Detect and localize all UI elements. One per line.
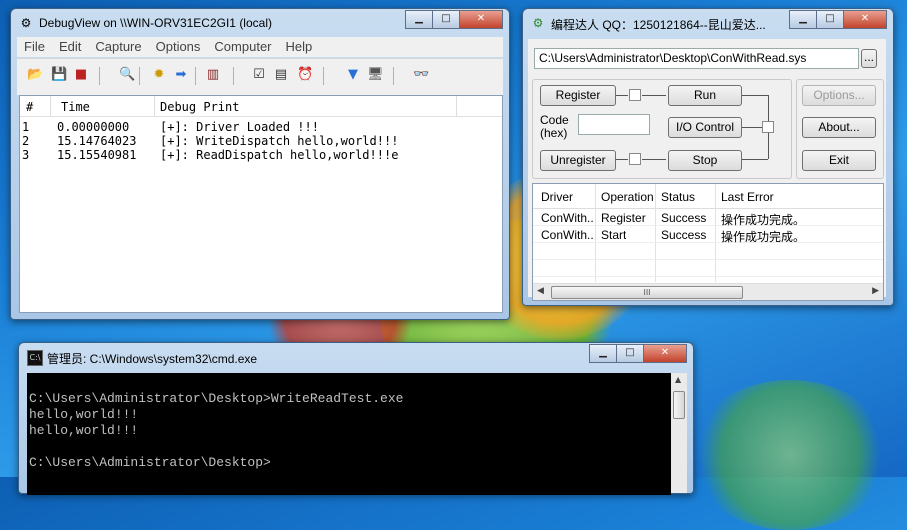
maximize-button[interactable]: □: [816, 10, 844, 29]
loader-title: 编程达人 QQ：1250121864--昆山爱达...: [551, 18, 766, 32]
menu-options[interactable]: Options: [149, 37, 208, 57]
debugview-window[interactable]: ⚙ DebugView on \\WIN-ORV31EC2GI1 (local)…: [10, 8, 510, 320]
wallpaper-swirl-lightgreen: [690, 380, 890, 530]
loader-app-icon: ⚙: [532, 16, 544, 30]
close-button[interactable]: ✕: [459, 10, 503, 29]
history-depth-icon[interactable]: ▼: [345, 67, 361, 83]
debugview-log-panel[interactable]: # Time Debug Print 1 0.00000000 [+]: Dri…: [19, 95, 503, 313]
stop-button[interactable]: Stop: [668, 150, 742, 171]
browse-button[interactable]: ...: [861, 49, 877, 68]
status-grid[interactable]: Driver Operation Status Last Error ConWi…: [532, 183, 884, 301]
exit-button[interactable]: Exit: [802, 150, 876, 171]
close-button[interactable]: ✕: [643, 344, 687, 363]
io-control-checkbox[interactable]: [762, 121, 774, 133]
filter-icon[interactable]: ☑: [251, 67, 267, 83]
cmd-title: 管理员: C:\Windows\system32\cmd.exe: [47, 352, 258, 366]
code-label: Code: [540, 113, 569, 127]
scroll-thumb[interactable]: [673, 391, 685, 419]
options-button[interactable]: Options...: [802, 85, 876, 106]
save-icon[interactable]: 💾: [51, 67, 67, 83]
console-line: hello,world!!!: [29, 407, 139, 422]
table-row[interactable]: 3 15.15540981 [+]: ReadDispatch hello,wo…: [20, 148, 502, 162]
console-line: hello,world!!!: [29, 423, 139, 438]
column-header-debug-print[interactable]: Debug Print: [160, 100, 239, 114]
close-button[interactable]: ✕: [843, 10, 887, 29]
scroll-thumb[interactable]: III: [551, 286, 743, 299]
maximize-button[interactable]: □: [616, 344, 644, 363]
autoscroll-arrow-icon[interactable]: ➡: [173, 67, 189, 83]
capture-icon[interactable]: ✹: [151, 67, 167, 83]
code-input[interactable]: [578, 114, 650, 135]
menu-capture[interactable]: Capture: [88, 37, 148, 57]
console-line: C:\Users\Administrator\Desktop>: [29, 455, 271, 470]
debugview-menubar: File Edit Capture Options Computer Help: [17, 37, 503, 57]
menu-file[interactable]: File: [17, 37, 52, 57]
grid-column-status[interactable]: Status: [661, 190, 695, 204]
table-row[interactable]: 1 0.00000000 [+]: Driver Loaded !!!: [20, 120, 502, 134]
debugview-title: DebugView on \\WIN-ORV31EC2GI1 (local): [39, 16, 272, 30]
driver-loader-window[interactable]: ⚙ 编程达人 QQ：1250121864--昆山爱达... ▁ □ ✕ C:\U…: [522, 8, 894, 306]
about-button[interactable]: About...: [802, 117, 876, 138]
log-rows: 1 0.00000000 [+]: Driver Loaded !!! 2 15…: [20, 120, 502, 162]
scroll-left-arrow-icon[interactable]: ◀: [537, 286, 544, 296]
log-to-file-icon[interactable]: ■: [73, 67, 89, 83]
binoculars-icon[interactable]: 👓: [413, 67, 429, 83]
console-line: C:\Users\Administrator\Desktop>WriteRead…: [29, 391, 404, 406]
debugview-app-icon: ⚙: [20, 16, 32, 30]
menu-help[interactable]: Help: [279, 37, 320, 57]
scroll-up-arrow-icon[interactable]: ▲: [675, 375, 681, 384]
table-row[interactable]: ConWith... Start Success 操作成功完成。: [533, 227, 883, 244]
grid-column-last-error[interactable]: Last Error: [721, 190, 774, 204]
minimize-button[interactable]: ▁: [589, 344, 617, 363]
driver-path-field[interactable]: C:\Users\Administrator\Desktop\ConWithRe…: [534, 48, 859, 69]
cmd-window[interactable]: C:\ 管理员: C:\Windows\system32\cmd.exe ▁ □…: [18, 342, 694, 495]
open-folder-icon[interactable]: 📂: [27, 67, 43, 83]
cmd-titlebar[interactable]: C:\ 管理员: C:\Windows\system32\cmd.exe ▁ □…: [19, 343, 693, 371]
menu-edit[interactable]: Edit: [52, 37, 88, 57]
find-icon[interactable]: 🔍: [119, 67, 135, 83]
run-button[interactable]: Run: [668, 85, 742, 106]
minimize-button[interactable]: ▁: [789, 10, 817, 29]
grid-column-operation[interactable]: Operation: [601, 190, 654, 204]
computer-icon[interactable]: 🖥: [367, 67, 384, 83]
clock-icon[interactable]: ⏰: [297, 67, 313, 83]
maximize-button[interactable]: □: [432, 10, 460, 29]
grid-horizontal-scrollbar[interactable]: ◀ III ▶: [533, 283, 883, 300]
register-checkbox[interactable]: [629, 89, 641, 101]
cmd-app-icon: C:\: [27, 350, 43, 366]
cmd-vertical-scrollbar[interactable]: ▲: [671, 373, 687, 493]
minimize-button[interactable]: ▁: [405, 10, 433, 29]
unregister-checkbox[interactable]: [629, 153, 641, 165]
grid-column-driver[interactable]: Driver: [541, 190, 573, 204]
loader-titlebar[interactable]: ⚙ 编程达人 QQ：1250121864--昆山爱达... ▁ □ ✕: [523, 9, 893, 37]
column-header-time[interactable]: Time: [61, 100, 90, 114]
code-hex-label: (hex): [540, 126, 568, 140]
register-button[interactable]: Register: [540, 85, 616, 106]
debugview-toolbar: 📂 💾 ■ 🔍 ✹ ➡ ▥ ☑ ▤ ⏰ ▼ 🖥 👓: [17, 58, 503, 95]
grid-header: Driver Operation Status Last Error: [533, 184, 883, 209]
scroll-right-arrow-icon[interactable]: ▶: [872, 286, 879, 296]
log-header: # Time Debug Print: [20, 96, 502, 117]
menu-computer[interactable]: Computer: [207, 37, 278, 57]
loader-body: C:\Users\Administrator\Desktop\ConWithRe…: [528, 39, 886, 301]
column-header-number[interactable]: #: [26, 100, 33, 114]
table-row[interactable]: 2 15.14764023 [+]: WriteDispatch hello,w…: [20, 134, 502, 148]
io-control-button[interactable]: I/O Control: [668, 117, 742, 138]
debugview-titlebar[interactable]: ⚙ DebugView on \\WIN-ORV31EC2GI1 (local)…: [11, 9, 509, 37]
highlight-icon[interactable]: ▤: [273, 67, 289, 83]
clear-display-icon[interactable]: ▥: [205, 67, 221, 83]
unregister-button[interactable]: Unregister: [540, 150, 616, 171]
table-row[interactable]: ConWith... Register Success 操作成功完成。: [533, 210, 883, 227]
